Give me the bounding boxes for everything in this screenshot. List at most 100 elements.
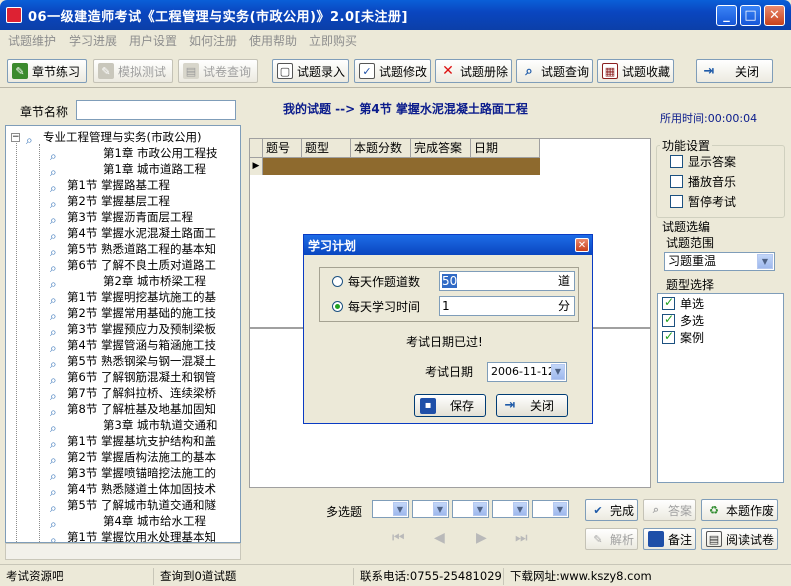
chapter-name-input[interactable] bbox=[76, 100, 236, 120]
tree-node[interactable]: ⌕ 第8节 了解桩基及地基加固知 bbox=[50, 401, 216, 419]
chevron-down-icon[interactable]: ▼ bbox=[757, 254, 773, 269]
previous-question-icon[interactable]: ◀ bbox=[434, 530, 445, 546]
table-row-selected[interactable] bbox=[263, 158, 540, 175]
answer-dropdown-4[interactable]: ▼ bbox=[492, 500, 529, 518]
menu-item-register[interactable]: 如何注册 bbox=[189, 32, 237, 49]
dialog-title-bar[interactable]: 学习计划 ✕ bbox=[304, 235, 592, 255]
tree-node[interactable]: ⌕ 第3节 掌握预应力及预制梁板 bbox=[50, 321, 216, 339]
tree-node[interactable]: ⌕ 第6节 了解不良土质对道路工 bbox=[50, 257, 216, 275]
search-icon: ⌕ bbox=[50, 533, 57, 543]
tree-node[interactable]: ⌕ 第7节 了解斜拉桥、连续梁桥 bbox=[50, 385, 216, 403]
tree-node[interactable]: ⌕ 第5节 熟悉道路工程的基本知 bbox=[50, 241, 216, 259]
title-bar[interactable]: 06一级建造师考试《工程管理与实务(市政公用)》2.0[未注册] _ □ ✕ bbox=[0, 0, 791, 30]
menu-item-help[interactable]: 使用帮助 bbox=[249, 32, 297, 49]
save-button[interactable]: ▪ 保存 bbox=[414, 394, 486, 417]
tree-node[interactable]: ⌕ 第5节 了解城市轨道交通和隧 bbox=[50, 497, 216, 515]
maximize-button[interactable]: □ bbox=[740, 5, 761, 26]
note-button[interactable]: 备注 bbox=[643, 528, 696, 550]
mock-test-button[interactable]: ✎ 模拟测试 bbox=[93, 59, 173, 83]
tree-node[interactable]: ⌕ 第5节 熟悉钢梁与钢一混凝土 bbox=[50, 353, 216, 371]
question-entry-button[interactable]: ▢ 试题录入 bbox=[272, 59, 349, 83]
search-icon: ⌕ bbox=[50, 501, 57, 515]
question-search-button[interactable]: ⌕ 试题查询 bbox=[516, 59, 593, 83]
menu-item-progress[interactable]: 学习进展 bbox=[69, 32, 117, 49]
tree-node[interactable]: ⌕ 第2章 城市桥梁工程 bbox=[50, 273, 206, 291]
complete-button[interactable]: ✔ 完成 bbox=[585, 499, 638, 521]
question-edit-button[interactable]: ✓ 试题修改 bbox=[354, 59, 431, 83]
tree-node[interactable]: ⌕ 第1节 掌握明挖基坑施工的基 bbox=[50, 289, 216, 307]
case-checkbox[interactable] bbox=[662, 329, 675, 344]
chevron-down-icon[interactable]: ▼ bbox=[551, 364, 565, 380]
daily-questions-input[interactable]: 50 道 bbox=[439, 271, 575, 291]
scope-select[interactable]: 习题重温 ▼ bbox=[664, 252, 775, 271]
first-question-icon[interactable]: ⏮ bbox=[392, 530, 405, 546]
tree-node-root[interactable]: ⌕ 专业工程管理与实务(市政公用) bbox=[26, 129, 201, 147]
answer-dropdown-1[interactable]: ▼ bbox=[372, 500, 409, 518]
menu-item-user-settings[interactable]: 用户设置 bbox=[129, 32, 177, 49]
tree-node[interactable]: ⌕ 第1章 市政公用工程技 bbox=[50, 145, 217, 163]
dialog-close-icon[interactable]: ✕ bbox=[575, 238, 589, 252]
minimize-button[interactable]: _ bbox=[716, 5, 737, 26]
tree-node[interactable]: ⌕ 第6节 了解钢筋混凝土和钢管 bbox=[50, 369, 216, 387]
type-list[interactable]: 单选 多选 案例 bbox=[657, 293, 784, 483]
tree-node[interactable]: ⌕ 第3节 掌握喷锚暗挖法施工的 bbox=[50, 465, 216, 483]
tree-node-label: 第2章 城市桥梁工程 bbox=[103, 274, 206, 288]
last-question-icon[interactable]: ⏭ bbox=[515, 530, 528, 546]
tree-node[interactable]: ⌕ 第1节 掌握基坑支护结构和盖 bbox=[50, 433, 216, 451]
void-question-button[interactable]: ♻ 本题作废 bbox=[701, 499, 778, 521]
menu-item-buy[interactable]: 立即购买 bbox=[309, 32, 357, 49]
answer-dropdown-5[interactable]: ▼ bbox=[532, 500, 569, 518]
exam-date-picker[interactable]: 2006-11-12 ▼ bbox=[487, 362, 567, 382]
read-paper-button[interactable]: ▤ 阅读试卷 bbox=[701, 528, 778, 550]
question-delete-button[interactable]: ✕ 试题册除 bbox=[435, 59, 512, 83]
multi-choice-checkbox[interactable] bbox=[662, 312, 675, 327]
status-url: 下载网址:www.kszy8.com bbox=[510, 569, 652, 583]
play-music-checkbox[interactable] bbox=[670, 175, 683, 188]
daily-time-radio[interactable] bbox=[332, 301, 343, 312]
close-window-button[interactable]: ✕ bbox=[764, 5, 785, 26]
grid-header-type[interactable]: 题型 bbox=[302, 139, 351, 158]
toolbar-close-button[interactable]: ⇥ 关闭 bbox=[696, 59, 773, 83]
grid-header-answer[interactable]: 完成答案 bbox=[411, 139, 471, 158]
function-settings-title: 功能设置 bbox=[660, 137, 713, 154]
question-favorite-button[interactable]: ▦ 试题收藏 bbox=[597, 59, 674, 83]
pause-exam-checkbox[interactable] bbox=[670, 195, 683, 208]
tree-node[interactable]: ⌕ 第2节 掌握基层工程 bbox=[50, 193, 170, 211]
dialog-close-button[interactable]: ⇥ 关闭 bbox=[496, 394, 568, 417]
answer-dropdown-3[interactable]: ▼ bbox=[452, 500, 489, 518]
grid-header-score[interactable]: 本题分数 bbox=[351, 139, 411, 158]
tree-node[interactable]: ⌕ 第1章 城市道路工程 bbox=[50, 161, 206, 179]
paper-query-button[interactable]: ▤ 试卷查询 bbox=[178, 59, 258, 83]
analysis-button[interactable]: ✎ 解析 bbox=[585, 528, 638, 550]
menu-item-question-maintenance[interactable]: 试题维护 bbox=[8, 32, 56, 49]
chapter-name-label: 章节名称 bbox=[20, 105, 69, 119]
tree-node[interactable]: ⌕ 第1节 掌握路基工程 bbox=[50, 177, 170, 195]
tree-node-label: 第1节 掌握明挖基坑施工的基 bbox=[67, 290, 216, 304]
single-choice-label: 单选 bbox=[680, 297, 705, 311]
tree-node[interactable]: ⌕ 第2节 掌握常用基础的施工技 bbox=[50, 305, 216, 323]
grid-header-number[interactable]: 题号 bbox=[263, 139, 302, 158]
answer-dropdown-2[interactable]: ▼ bbox=[412, 500, 449, 518]
tree-node[interactable]: ⌕ 第4节 熟悉隧道土体加固技术 bbox=[50, 481, 216, 499]
grid-header-date[interactable]: 日期 bbox=[471, 139, 540, 158]
tree-node[interactable]: ⌕ 第1节 掌握饮用水处理基本知 bbox=[50, 529, 216, 543]
daily-time-input[interactable]: 1 分 bbox=[439, 296, 575, 316]
chapter-practice-button[interactable]: ✎ 章节练习 bbox=[7, 59, 87, 83]
tree-node[interactable]: ⌕ 第4节 掌握管涵与箱涵施工技 bbox=[50, 337, 216, 355]
daily-time-value: 1 bbox=[442, 299, 450, 313]
next-question-icon[interactable]: ▶ bbox=[476, 530, 487, 546]
tree-node[interactable]: ⌕ 第3节 掌握沥青面层工程 bbox=[50, 209, 193, 227]
daily-questions-radio[interactable] bbox=[332, 276, 343, 287]
tree-node-selected[interactable]: ⌕ 第4节 掌握水泥混凝土路面工 bbox=[50, 225, 216, 243]
answer-button[interactable]: ⌕ 答案 bbox=[643, 499, 696, 521]
tree-node[interactable]: ⌕ 第4章 城市给水工程 bbox=[50, 513, 206, 531]
show-answer-checkbox[interactable] bbox=[670, 155, 683, 168]
tree-collapse-toggle[interactable]: − bbox=[11, 133, 20, 142]
exit-icon: ⇥ bbox=[703, 63, 715, 79]
tree-node[interactable]: ⌕ 第2节 掌握盾构法施工的基本 bbox=[50, 449, 216, 467]
single-choice-checkbox[interactable] bbox=[662, 295, 675, 310]
chapter-tree[interactable]: − ⌕ 专业工程管理与实务(市政公用) ⌕ 第1章 市政公用工程技 ⌕ 第1章 城市道… bbox=[5, 125, 241, 543]
tree-node[interactable]: ⌕ 第3章 城市轨道交通和 bbox=[50, 417, 217, 435]
tree-horizontal-scrollbar[interactable] bbox=[5, 543, 241, 560]
play-music-label: 播放音乐 bbox=[688, 175, 737, 189]
